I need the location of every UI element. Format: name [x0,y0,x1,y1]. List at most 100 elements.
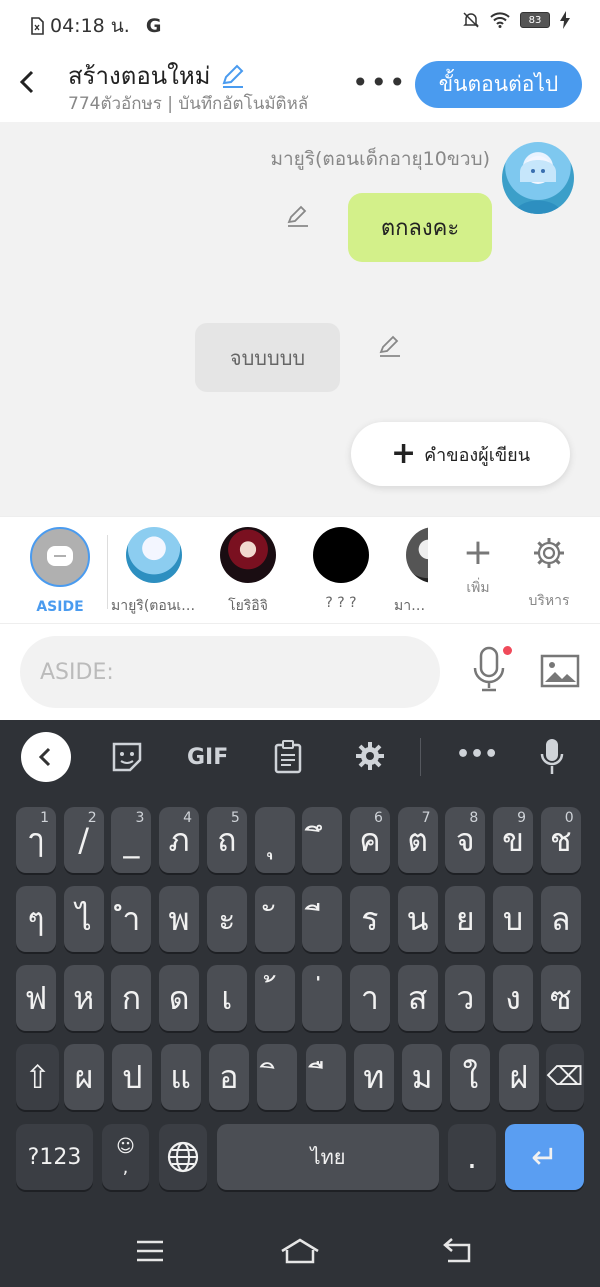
key[interactable]: แ [160,1044,201,1110]
subtitle: 774ตัวอักษร | บันทึกอัตโนมัติหลั [68,94,309,114]
key[interactable]: ซ [540,965,581,1031]
period-key[interactable]: . [448,1124,496,1190]
character-yoriichi[interactable]: โยริอิจิ [205,527,291,617]
key-hint: 4 [183,810,193,826]
more-options-button[interactable]: ••• [352,66,408,99]
avatar[interactable] [502,142,574,214]
key[interactable]: ใ [450,1044,491,1110]
wifi-icon [490,12,510,28]
sticker-icon[interactable] [110,740,144,774]
author-note-button[interactable]: + คำของผู้เขียน [351,422,570,486]
key[interactable]: ข9 [493,807,533,873]
key[interactable]: ส [397,965,438,1031]
keyboard: GIF ••• ๅ1/2_3ภ4ถ5ุึค6ต7จ8ข9ช0 ๆไำพะัีรน… [0,720,600,1287]
manage-characters-button[interactable]: บริหาร [519,529,579,612]
clock: 04:18 น. [50,15,130,37]
key-hint: 2 [87,810,97,826]
keyboard-back-button[interactable] [21,732,71,782]
edit-title-icon[interactable] [219,62,247,90]
key[interactable]: ว [445,965,486,1031]
message-bubble-character[interactable]: ตกลงคะ [348,193,492,262]
key[interactable]: ฟ [16,965,56,1031]
back-nav-icon[interactable] [442,1237,472,1263]
home-icon[interactable] [280,1237,320,1265]
key[interactable]: า [349,965,390,1031]
key[interactable]: /2 [63,807,104,873]
character-masa[interactable]: มาซา [382,527,428,617]
key[interactable]: ุ [254,807,295,873]
key[interactable]: ต7 [397,807,438,873]
avatar [220,527,276,583]
key[interactable]: ะ [206,886,247,952]
key[interactable]: ป [112,1044,153,1110]
backspace-key[interactable]: ⌫ [546,1044,584,1110]
key-hint: 3 [135,810,145,826]
key[interactable]: ิ [257,1044,298,1110]
clipboard-icon[interactable] [273,740,303,774]
key[interactable]: ง [493,965,533,1031]
key[interactable]: ั [254,886,295,952]
menu-icon[interactable] [136,1240,164,1262]
emoji-comma-key[interactable]: ☺ , [102,1124,149,1190]
add-label: เพิ่ม [466,580,490,596]
message-bubble-aside[interactable]: จบบบบบ [195,323,340,392]
key-hint: 7 [421,810,431,826]
character-mayuri[interactable]: มายูริ(ตอนเด็กอายุ10ขวบ) [111,527,197,617]
more-icon[interactable]: ••• [456,742,498,767]
key[interactable]: จ8 [445,807,486,873]
numbers-key[interactable]: ?123 [16,1124,93,1190]
gif-button[interactable]: GIF [187,745,228,770]
key[interactable]: พ [159,886,200,952]
key[interactable]: ๅ1 [16,807,56,873]
key[interactable]: ๆ [16,886,56,952]
key[interactable]: ่ [302,965,343,1031]
key[interactable]: ล [540,886,581,952]
key[interactable]: อ [208,1044,249,1110]
gear-icon[interactable] [354,740,386,772]
character-unknown[interactable]: ? ? ? [298,527,384,611]
key[interactable]: ผ [64,1044,104,1110]
key[interactable]: บ [493,886,533,952]
key[interactable]: ย [445,886,486,952]
message-input[interactable]: ASIDE: [20,636,440,708]
key[interactable]: ห [63,965,104,1031]
key[interactable]: ท [353,1044,394,1110]
shift-key[interactable]: ⇧ [16,1044,59,1110]
mute-icon [463,12,479,28]
enter-key[interactable]: ↵ [505,1124,584,1190]
space-key[interactable]: ไทย [217,1124,439,1190]
key[interactable]: ฝ [498,1044,539,1110]
key[interactable]: ้ [254,965,295,1031]
edit-message-icon[interactable] [284,202,312,230]
key[interactable]: น [397,886,438,952]
key[interactable]: ร [349,886,390,952]
key[interactable]: ำ [111,886,152,952]
plus-icon: + [462,532,494,573]
key[interactable]: ื [305,1044,346,1110]
key[interactable]: ค6 [349,807,390,873]
key[interactable]: ไ [63,886,104,952]
key[interactable]: ก [111,965,152,1031]
microphone-icon [473,646,505,692]
add-character-button[interactable]: + เพิ่ม [448,529,508,599]
key[interactable]: ด [159,965,200,1031]
back-button[interactable] [14,64,44,100]
edit-message-icon[interactable] [376,332,404,360]
key[interactable]: _ 3 [111,807,152,873]
key[interactable]: เ [206,965,247,1031]
key[interactable]: ถ5 [206,807,247,873]
key[interactable]: ภ4 [159,807,200,873]
microphone-icon[interactable] [540,738,564,776]
avatar [313,527,369,583]
key[interactable]: ช0 [540,807,581,873]
language-key[interactable] [159,1124,207,1190]
character-aside[interactable]: ASIDE [17,527,103,615]
image-button[interactable] [540,654,580,688]
key[interactable]: ม [402,1044,443,1110]
key[interactable]: ึ [302,807,343,873]
key[interactable]: ี [302,886,343,952]
aside-avatar [30,527,90,587]
voice-input-button[interactable] [472,646,512,694]
next-step-button[interactable]: ขั้นตอนต่อไป [415,61,582,108]
character-label: ASIDE [36,599,84,615]
